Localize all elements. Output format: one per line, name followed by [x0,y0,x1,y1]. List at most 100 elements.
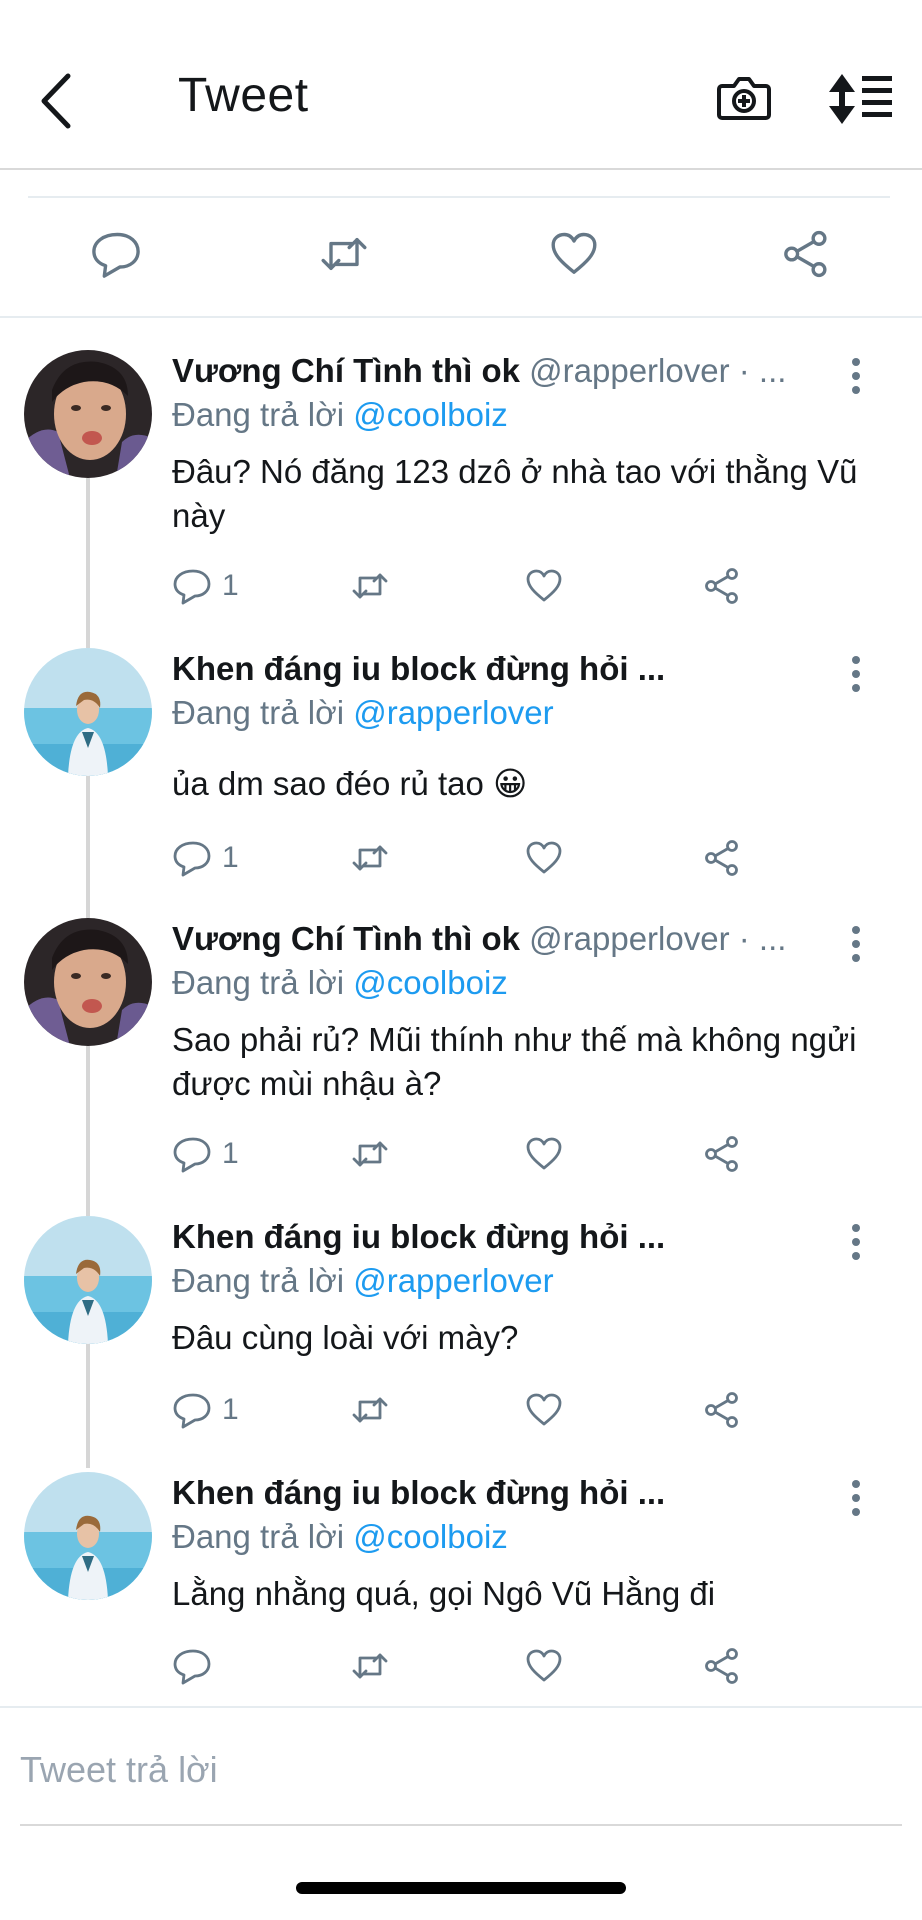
more-options-button[interactable] [842,924,870,964]
tweet-text: Lằng nhằng quá, gọi Ngô Vũ Hằng đi [172,1575,716,1612]
replying-to-label: Đang trả lời [172,1518,345,1555]
author-line: Khen đáng iu block đừng hỏi ... [172,650,832,688]
share-button[interactable] [702,1132,742,1176]
like-icon [526,1649,562,1682]
avatar[interactable] [24,1472,152,1600]
reply-count: 1 [222,1137,239,1170]
avatar[interactable] [24,918,152,1046]
reply-button[interactable]: 1 [172,564,239,608]
tweet-actions: 1 [172,836,772,880]
avatar[interactable] [24,350,152,478]
share-icon [705,1392,738,1428]
reply-count: 1 [222,1393,239,1426]
replying-to-mention[interactable]: @coolboiz [353,1518,508,1555]
share-icon [705,840,738,876]
share-icon [705,568,738,604]
more-options-button[interactable] [842,1222,870,1262]
main-reply-button[interactable] [90,228,142,280]
tweet-actions: 1 [172,564,772,608]
retweet-icon [352,1653,388,1679]
tweet-text: Sao phải rủ? Mũi thính như thế mà không … [172,1021,857,1102]
retweet-button[interactable] [350,1388,390,1432]
sort-arrows-list-icon [829,74,892,124]
avatar[interactable] [24,648,152,776]
more-options-button[interactable] [842,1478,870,1518]
replying-to-label: Đang trả lời [172,694,345,731]
like-button[interactable] [524,836,564,880]
like-button[interactable] [524,1644,564,1688]
replying-to-mention[interactable]: @rapperlover [353,694,553,731]
retweet-button[interactable] [350,564,390,608]
replying-to-line: Đang trả lời @rapperlover [172,694,554,732]
divider [0,1706,922,1708]
home-indicator[interactable] [296,1882,626,1894]
retweet-button[interactable] [350,1132,390,1176]
retweet-icon [352,845,388,871]
share-icon [705,1136,738,1172]
author-name[interactable]: Vương Chí Tình thì ok [172,920,520,957]
share-button[interactable] [702,564,742,608]
reply-count: 1 [222,569,239,602]
share-button[interactable] [702,1388,742,1432]
main-retweet-button[interactable] [318,228,370,280]
replying-to-mention[interactable]: @coolboiz [353,964,508,1001]
like-icon [526,1393,562,1426]
retweet-icon [352,573,388,599]
thread-connector-line [86,776,90,918]
reply-icon [173,841,211,877]
author-line: Khen đáng iu block đừng hỏi ... [172,1218,832,1256]
author-name[interactable]: Vương Chí Tình thì ok [172,352,520,389]
author-handle[interactable]: @rapperlover · ... [529,352,786,389]
tweet-actions [172,1644,772,1688]
more-options-button[interactable] [842,654,870,694]
reply-compose-input[interactable] [20,1740,900,1800]
main-tweet-actions [0,228,922,284]
tweet-actions: 1 [172,1132,772,1176]
more-vertical-icon [852,1224,860,1260]
replying-to-line: Đang trả lời @coolboiz [172,396,508,434]
divider [0,316,922,318]
sort-replies-button[interactable] [828,72,894,126]
more-vertical-icon [852,656,860,692]
replying-to-mention[interactable]: @coolboiz [353,396,508,433]
replying-to-label: Đang trả lời [172,964,345,1001]
share-button[interactable] [702,1644,742,1688]
share-icon [784,230,827,278]
like-icon [551,232,597,274]
main-like-button[interactable] [548,228,600,280]
author-name[interactable]: Khen đáng iu block đừng hỏi ... [172,1474,665,1511]
reply-button[interactable]: 1 [172,1388,239,1432]
like-button[interactable] [524,1132,564,1176]
more-vertical-icon [852,358,860,394]
tweet-actions: 1 [172,1388,772,1432]
thread-connector-line [86,1344,90,1468]
author-line: Vương Chí Tình thì ok @rapperlover · ... [172,352,832,390]
author-handle[interactable]: @rapperlover · ... [529,920,786,957]
reply-button[interactable] [172,1644,222,1688]
reply-icon [173,569,211,605]
like-button[interactable] [524,564,564,608]
retweet-icon [352,1141,388,1167]
retweet-button[interactable] [350,836,390,880]
like-icon [526,569,562,602]
avatar-boy-at-beach-image [24,648,152,776]
author-name[interactable]: Khen đáng iu block đừng hỏi ... [172,1218,665,1255]
author-name[interactable]: Khen đáng iu block đừng hỏi ... [172,650,665,687]
reply-button[interactable]: 1 [172,836,239,880]
avatar-man-face-image [24,918,152,1046]
avatar-boy-at-beach-image [24,1216,152,1344]
like-button[interactable] [524,1388,564,1432]
camera-button[interactable] [716,70,772,126]
avatar[interactable] [24,1216,152,1344]
back-button[interactable] [34,70,78,132]
main-share-button[interactable] [780,228,832,280]
reply-icon [173,1649,211,1685]
tweet-text: ủa dm sao đéo rủ tao 😀 [172,765,528,802]
share-button[interactable] [702,836,742,880]
like-icon [526,1137,562,1170]
reply-button[interactable]: 1 [172,1132,239,1176]
reply-icon [173,1393,211,1429]
more-options-button[interactable] [842,356,870,396]
retweet-button[interactable] [350,1644,390,1688]
replying-to-mention[interactable]: @rapperlover [353,1262,553,1299]
